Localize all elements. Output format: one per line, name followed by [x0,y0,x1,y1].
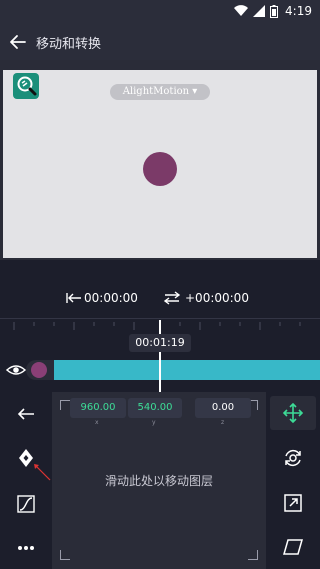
start-time[interactable]: 00:00:00 [66,291,138,305]
rotate-tool-icon[interactable] [270,441,316,475]
panel-corner-tl [60,400,70,410]
position-y-label: y [152,419,156,426]
status-bar: 4:19 [0,0,320,24]
position-x-label: x [95,419,99,426]
time-info-bar [0,260,320,318]
layer-clip-bar[interactable] [52,360,320,380]
position-z-label: z [221,419,225,426]
easing-curve-icon[interactable] [12,490,40,518]
status-icons [234,4,278,18]
playhead[interactable] [159,320,161,392]
skew-tool-icon[interactable] [270,530,316,564]
drag-hint-text: 滑动此处以移动图层 [104,474,213,488]
position-y-field[interactable]: 540.00 [128,398,182,418]
panel-corner-bl [60,550,70,560]
signal-icon [253,5,265,17]
battery-icon [270,4,278,18]
move-tool-icon[interactable] [270,396,316,430]
layer-object[interactable] [143,152,177,186]
status-time: 4:19 [285,4,312,18]
wifi-icon [234,5,248,17]
swap-icon [163,291,181,305]
relative-time[interactable]: +00:00:00 [163,291,249,305]
zoom-fit-icon[interactable] [13,73,39,99]
relative-time-value: +00:00:00 [185,291,249,305]
more-options-icon[interactable] [12,534,40,562]
scale-tool-icon[interactable] [270,486,316,520]
jump-to-start-icon [66,293,81,303]
start-time-value: 00:00:00 [84,291,138,305]
page-title: 移动和转换 [36,37,102,52]
playhead-time: 00:01:19 [129,334,191,352]
watermark-badge[interactable]: AlightMotion ▾ [110,84,210,100]
layer-thumbnail[interactable] [31,362,47,378]
back-arrow-icon[interactable] [8,32,28,52]
app-bar: 移动和转换 [0,24,320,60]
position-z-field[interactable]: 0.00 [195,398,251,418]
collapse-back-icon[interactable] [12,400,40,428]
annotation-arrow-icon [34,464,51,481]
position-x-field[interactable]: 960.00 [70,398,126,418]
panel-corner-br [248,550,258,560]
eye-icon[interactable] [6,362,26,378]
